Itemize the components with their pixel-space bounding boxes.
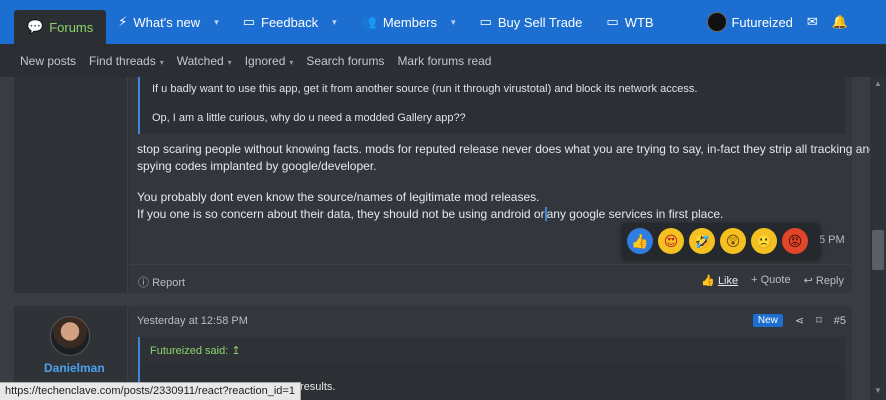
user-controls: Futureized ✉ 🔔	[707, 12, 886, 32]
bell-icon[interactable]: 🔔	[832, 14, 848, 30]
message-text: stop scaring people without knowing fact…	[137, 142, 876, 156]
subnav-find-threads[interactable]: Find threads ▾	[89, 54, 164, 68]
like-button[interactable]: 👍 Like	[701, 274, 738, 287]
folder-icon: ▭	[606, 14, 619, 29]
subnav-search-forums[interactable]: Search forums	[306, 54, 384, 68]
thumbs-up-icon: 👍	[701, 275, 715, 287]
browser-status-bar: https://techenclave.com/posts/2330911/re…	[0, 382, 301, 400]
subnav-mark-forums-read[interactable]: Mark forums read	[397, 54, 491, 68]
post-timestamp[interactable]: Yesterday at 12:58 PM	[137, 315, 248, 327]
scroll-up-arrow-icon[interactable]: ▲	[874, 79, 882, 88]
quote-text: Op, I am a little curious, why do u need…	[152, 112, 466, 124]
wow-reaction-icon[interactable]: 😲	[720, 228, 746, 254]
avatar[interactable]	[50, 316, 90, 356]
chevron-down-icon: ▾	[159, 57, 164, 67]
angry-reaction-icon[interactable]: 😡	[782, 228, 808, 254]
avatar	[707, 12, 728, 32]
sub-navigation: New posts Find threads ▾ Watched ▾ Ignored…	[0, 44, 886, 77]
reply-button[interactable]: ↩ Reply	[804, 274, 844, 287]
scroll-down-arrow-icon[interactable]: ▼	[874, 386, 882, 395]
tab-buy-sell-trade[interactable]: ▭ Buy Sell Trade	[468, 0, 595, 44]
people-icon: 👥	[360, 14, 377, 29]
chevron-down-icon[interactable]: ▾	[214, 17, 219, 28]
quote-text: If u badly want to use this app, get it …	[152, 83, 698, 95]
arrow-up-icon: ↥	[231, 345, 241, 357]
top-navigation: 💬 Forums ⚡ What's new ▾ ▭ Feedback ▾ 👥 M…	[0, 0, 886, 44]
chevron-down-icon[interactable]: ▾	[332, 17, 337, 28]
share-icon[interactable]: ⋖	[795, 314, 804, 327]
reaction-picker: 👍 😍 🤣 😲 🙁 😡	[622, 223, 820, 259]
post-footer: ⓘ Report 👍 Like + Quote ↩ Reply	[129, 264, 852, 294]
chevron-down-icon: ▾	[227, 57, 232, 67]
chevron-down-icon: ▾	[289, 57, 294, 67]
tab-wtb[interactable]: ▭ WTB	[594, 0, 665, 44]
message-text: You probably dont even know the source/n…	[137, 190, 540, 204]
new-badge: New	[752, 314, 783, 327]
folder-icon: ▭	[242, 14, 256, 29]
post-time-partial: 5 PM	[819, 234, 845, 246]
quote-button[interactable]: + Quote	[751, 274, 790, 287]
post-body: If u badly want to use this app, get it …	[129, 77, 876, 294]
post-user-column	[14, 77, 128, 293]
envelope-icon[interactable]: ✉	[807, 14, 818, 30]
subnav-new-posts[interactable]: New posts	[20, 54, 76, 68]
subnav-watched[interactable]: Watched ▾	[177, 54, 232, 68]
bookmark-icon[interactable]: ⌑	[816, 314, 822, 327]
user-menu[interactable]: Futureized	[707, 12, 793, 32]
subnav-ignored[interactable]: Ignored ▾	[245, 54, 294, 68]
thread-content: If u badly want to use this app, get it …	[0, 77, 876, 400]
tab-whats-new[interactable]: ⚡ What's new ▾	[106, 0, 230, 44]
plus-icon: +	[751, 274, 758, 286]
report-link[interactable]: ⓘ Report	[138, 274, 185, 290]
message-text: spying codes implanted by google/develop…	[137, 159, 377, 173]
chevron-down-icon[interactable]: ▾	[451, 17, 456, 28]
love-reaction-icon[interactable]: 😍	[658, 228, 684, 254]
tab-members[interactable]: 👥 Members ▾	[349, 0, 468, 44]
tab-forums[interactable]: 💬 Forums	[14, 10, 107, 44]
post-tools: New ⋖ ⌑ #5	[752, 314, 846, 327]
post-actions: 👍 Like + Quote ↩ Reply	[701, 274, 844, 287]
scrollbar[interactable]: ▲ ▼	[870, 77, 886, 400]
sad-reaction-icon[interactable]: 🙁	[751, 228, 777, 254]
quote-attribution[interactable]: Futureized said: ↥	[140, 337, 845, 365]
like-reaction-icon[interactable]: 👍	[627, 228, 653, 254]
username-link[interactable]: Danielman	[44, 361, 105, 375]
post-number[interactable]: #5	[834, 315, 846, 327]
scroll-thumb[interactable]	[872, 230, 884, 270]
lightning-icon: ⚡	[118, 14, 128, 29]
post: If u badly want to use this app, get it …	[14, 77, 876, 294]
reply-icon: ↩	[803, 275, 813, 287]
haha-reaction-icon[interactable]: 🤣	[689, 228, 715, 254]
info-icon: ⓘ	[138, 277, 149, 289]
message-text: If you one is so concern about their dat…	[137, 207, 724, 221]
folder-icon: ▭	[479, 14, 492, 29]
quote-block: If u badly want to use this app, get it …	[138, 77, 845, 134]
chat-icon: 💬	[27, 19, 44, 34]
tab-feedback[interactable]: ▭ Feedback ▾	[231, 0, 349, 44]
